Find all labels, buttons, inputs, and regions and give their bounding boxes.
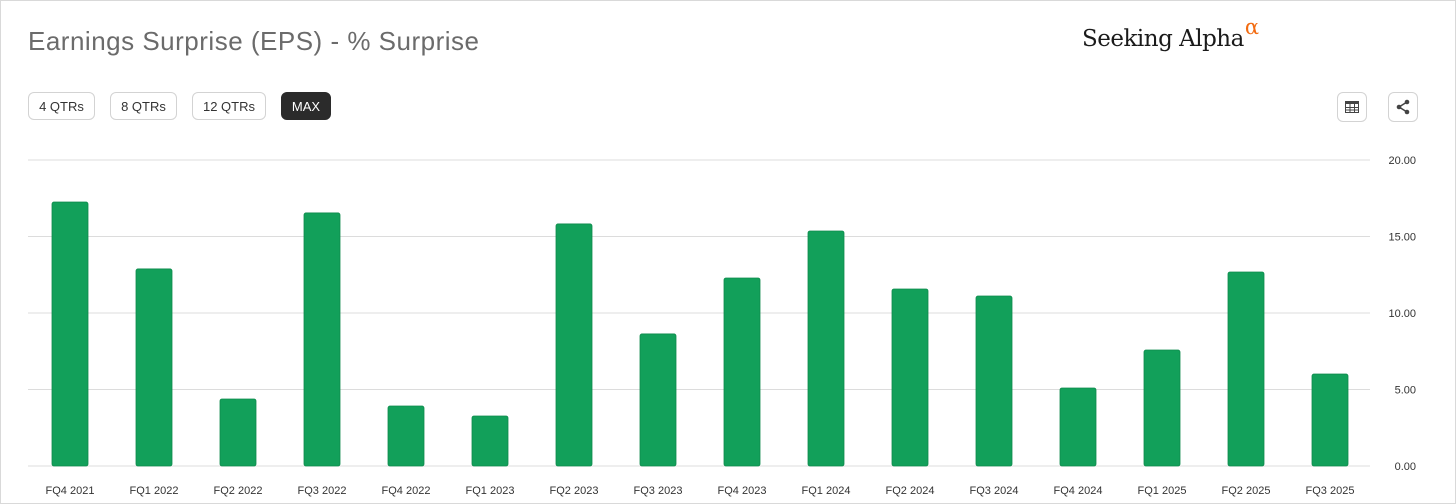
bar-fq3-2025[interactable] xyxy=(1311,373,1349,467)
bar-fq4-2021[interactable] xyxy=(51,201,89,467)
bar-fq4-2024[interactable] xyxy=(1059,387,1097,467)
y-tick-label: 0.00 xyxy=(1395,461,1416,473)
bar-fq2-2023[interactable] xyxy=(555,223,593,467)
y-tick-label: 10.00 xyxy=(1388,308,1416,320)
bar-fq2-2022[interactable] xyxy=(219,398,257,467)
x-tick-label: FQ4 2024 xyxy=(1054,485,1103,497)
bar-fq1-2025[interactable] xyxy=(1143,349,1181,467)
bar-fq4-2023[interactable] xyxy=(723,277,761,467)
bar-fq4-2022[interactable] xyxy=(387,405,425,467)
bar-chart: FQ4 2021 FQ1 2022 FQ2 2022 FQ3 2022 FQ4 2022… xyxy=(28,155,1416,497)
bar-fq3-2023[interactable] xyxy=(639,333,677,467)
x-tick-label: FQ1 2022 xyxy=(130,485,179,497)
bar-fq2-2025[interactable] xyxy=(1227,271,1265,467)
bar-fq1-2023[interactable] xyxy=(471,415,509,467)
y-tick-label: 5.00 xyxy=(1395,385,1416,397)
x-tick-label: FQ1 2023 xyxy=(466,485,515,497)
y-tick-label: 20.00 xyxy=(1388,155,1416,167)
x-tick-label: FQ4 2021 xyxy=(46,485,95,497)
bar-fq1-2022[interactable] xyxy=(135,268,173,467)
x-tick-label: FQ3 2025 xyxy=(1306,485,1355,497)
x-tick-label: FQ2 2025 xyxy=(1222,485,1271,497)
x-tick-label: FQ1 2024 xyxy=(802,485,851,497)
y-tick-label: 15.00 xyxy=(1388,232,1416,244)
x-tick-label: FQ3 2023 xyxy=(634,485,683,497)
x-tick-label: FQ3 2022 xyxy=(298,485,347,497)
x-tick-label: FQ4 2023 xyxy=(718,485,767,497)
x-tick-label: FQ2 2022 xyxy=(214,485,263,497)
x-tick-label: FQ3 2024 xyxy=(970,485,1019,497)
x-tick-label: FQ1 2025 xyxy=(1138,485,1187,497)
x-tick-label: FQ4 2022 xyxy=(382,485,431,497)
x-tick-label: FQ2 2023 xyxy=(550,485,599,497)
x-tick-label: FQ2 2024 xyxy=(886,485,935,497)
bar-fq2-2024[interactable] xyxy=(891,288,929,467)
bar-fq3-2024[interactable] xyxy=(975,295,1013,467)
bar-fq3-2022[interactable] xyxy=(303,212,341,467)
bar-fq1-2024[interactable] xyxy=(807,230,845,467)
